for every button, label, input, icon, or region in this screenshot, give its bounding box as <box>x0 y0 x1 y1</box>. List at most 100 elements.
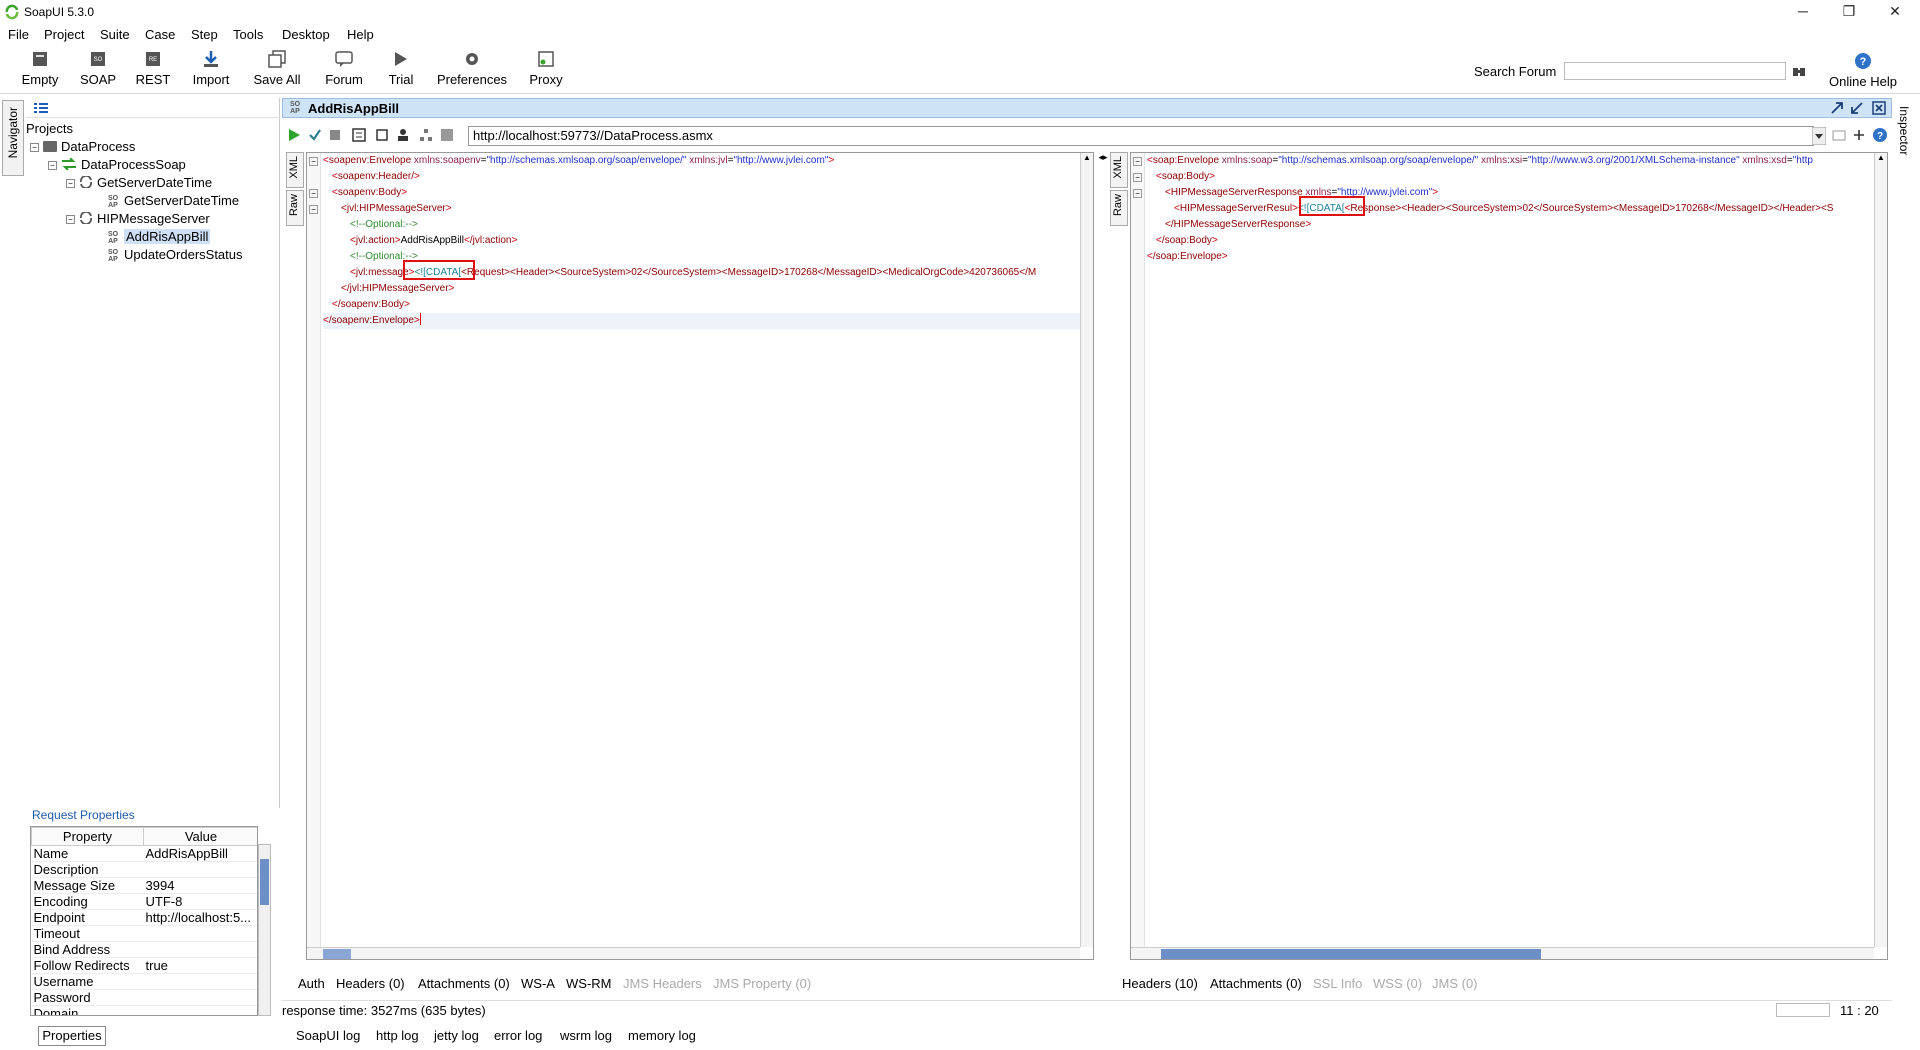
fold-toggle-icon[interactable]: − <box>309 205 318 214</box>
tab-ws-a[interactable]: WS-A <box>521 976 555 991</box>
property-value[interactable] <box>143 989 257 1006</box>
menu-suite[interactable]: Suite <box>100 27 130 42</box>
close-editor-icon[interactable] <box>1872 101 1886 115</box>
tab-response-raw[interactable]: Raw <box>1110 190 1128 226</box>
property-value[interactable]: UTF-8 <box>143 893 257 910</box>
edit-endpoint-icon[interactable] <box>1832 128 1846 142</box>
request-vertical-scrollbar[interactable]: ▲ <box>1080 153 1093 947</box>
table-row[interactable]: Timeout <box>31 925 257 942</box>
response-xml-content[interactable]: <soap:Envelope xmlns:soap="http://schema… <box>1147 153 1833 265</box>
collapse-icon[interactable]: − <box>48 161 57 170</box>
detach-icon[interactable] <box>1830 101 1844 115</box>
tab-error-log[interactable]: error log <box>494 1028 542 1043</box>
scrollbar-thumb[interactable] <box>323 949 351 959</box>
user-icon[interactable] <box>396 128 410 142</box>
restore-button[interactable]: ❐ <box>1826 0 1872 24</box>
property-value[interactable]: true <box>143 957 257 974</box>
response-xml-editor[interactable]: − − − <soap:Envelope xmlns:soap="http://… <box>1130 152 1888 960</box>
property-value[interactable]: http://localhost:5... <box>143 909 257 926</box>
tab-headers[interactable]: Headers (0) <box>336 976 405 991</box>
rest-button[interactable]: RE REST <box>134 50 172 94</box>
fold-toggle-icon[interactable]: − <box>309 189 318 198</box>
tab-request-xml[interactable]: XML <box>286 152 304 188</box>
splitter-handle[interactable]: ◂▸ <box>1098 152 1108 182</box>
tab-request-raw[interactable]: Raw <box>286 190 304 226</box>
fold-toggle-icon[interactable]: − <box>309 157 318 166</box>
column-header-value[interactable]: Value <box>143 827 257 846</box>
tab-response-attachments[interactable]: Attachments (0) <box>1210 976 1302 991</box>
table-row[interactable]: Encoding UTF-8 <box>31 893 257 910</box>
table-row[interactable]: Domain <box>31 1005 257 1015</box>
maximize-icon[interactable] <box>1850 101 1864 115</box>
property-value[interactable] <box>143 941 257 958</box>
format-icon[interactable] <box>352 128 366 142</box>
cancel-icon[interactable] <box>440 128 454 142</box>
menu-tools[interactable]: Tools <box>233 27 263 42</box>
empty-button[interactable]: Empty <box>18 50 62 94</box>
endpoint-url-field[interactable]: http://localhost:59773//DataProcess.asmx <box>468 126 1814 146</box>
add-icon[interactable] <box>1852 128 1866 142</box>
wsdl-icon[interactable] <box>328 128 342 142</box>
tree-icon[interactable] <box>419 128 433 142</box>
properties-scrollbar[interactable] <box>258 844 271 1016</box>
table-row[interactable]: Description <box>31 861 257 878</box>
menu-case[interactable]: Case <box>145 27 175 42</box>
table-row[interactable]: Follow Redirects true <box>31 957 257 974</box>
help-icon[interactable]: ? <box>1872 127 1888 143</box>
minimize-button[interactable]: ─ <box>1780 0 1826 24</box>
inspector-tab[interactable]: Inspector <box>1894 100 1916 170</box>
table-row[interactable]: Bind Address <box>31 941 257 958</box>
property-value[interactable]: AddRisAppBill <box>143 845 257 862</box>
property-value[interactable] <box>143 925 257 942</box>
table-row[interactable]: Name AddRisAppBill <box>31 845 257 862</box>
tab-attachments[interactable]: Attachments (0) <box>418 976 510 991</box>
close-button[interactable]: ✕ <box>1872 0 1918 24</box>
menu-project[interactable]: Project <box>44 27 84 42</box>
request-xml-editor[interactable]: − − − <soapenv:Envelope xmlns:soapenv="h… <box>306 152 1094 960</box>
menu-help[interactable]: Help <box>347 27 374 42</box>
property-value[interactable] <box>143 973 257 990</box>
request-xml-content[interactable]: <soapenv:Envelope xmlns:soapenv="http://… <box>323 153 1083 329</box>
tree-operation-getserverdatetime[interactable]: − GetServerDateTime <box>66 174 212 192</box>
forum-button[interactable]: Forum <box>322 50 366 94</box>
import-button[interactable]: Import <box>188 50 234 94</box>
menu-step[interactable]: Step <box>191 27 218 42</box>
tree-interface-dataprocesssoap[interactable]: − DataProcessSoap <box>48 156 186 174</box>
menu-file[interactable]: File <box>8 27 29 42</box>
scrollbar-thumb[interactable] <box>1161 949 1541 959</box>
submit-all-icon[interactable] <box>308 128 322 142</box>
search-forum-input[interactable] <box>1564 62 1786 80</box>
menu-desktop[interactable]: Desktop <box>282 27 330 42</box>
table-row[interactable]: Password <box>31 989 257 1006</box>
binoculars-icon[interactable] <box>1792 64 1806 78</box>
collapse-icon[interactable]: − <box>66 215 75 224</box>
collapse-icon[interactable]: − <box>66 179 75 188</box>
response-horizontal-scrollbar[interactable] <box>1131 947 1874 959</box>
tab-soapui-log[interactable]: SoapUI log <box>296 1028 360 1043</box>
preferences-button[interactable]: Preferences <box>436 50 508 94</box>
table-row[interactable]: Endpoint http://localhost:5... <box>31 909 257 926</box>
request-horizontal-scrollbar[interactable] <box>307 947 1080 959</box>
properties-button[interactable]: Properties <box>38 1026 106 1046</box>
scrollbar-thumb[interactable] <box>260 859 269 905</box>
fold-toggle-icon[interactable]: − <box>1133 157 1142 166</box>
response-vertical-scrollbar[interactable]: ▲ <box>1874 153 1887 947</box>
table-row[interactable]: Username <box>31 973 257 990</box>
chevron-down-icon[interactable] <box>1812 127 1826 145</box>
online-help-button[interactable]: ? Online Help <box>1826 52 1900 89</box>
tab-memory-log[interactable]: memory log <box>628 1028 696 1043</box>
table-row[interactable]: Message Size 3994 <box>31 877 257 894</box>
property-value[interactable]: 3994 <box>143 877 257 894</box>
column-header-property[interactable]: Property <box>31 827 144 846</box>
stop-outline-icon[interactable] <box>375 128 389 142</box>
property-value[interactable] <box>143 861 257 878</box>
tab-http-log[interactable]: http log <box>376 1028 419 1043</box>
tab-wsrm-log[interactable]: wsrm log <box>560 1028 612 1043</box>
soap-button[interactable]: SO SOAP <box>78 50 118 94</box>
navigator-tab[interactable]: Navigator <box>2 100 24 176</box>
tree-projects-root[interactable]: Projects <box>26 120 73 138</box>
tab-response-xml[interactable]: XML <box>1110 152 1128 188</box>
tree-request-addrisappbill[interactable]: SO AP AddRisAppBill <box>106 228 211 246</box>
save-all-button[interactable]: Save All <box>252 50 302 94</box>
fold-toggle-icon[interactable]: − <box>1133 189 1142 198</box>
